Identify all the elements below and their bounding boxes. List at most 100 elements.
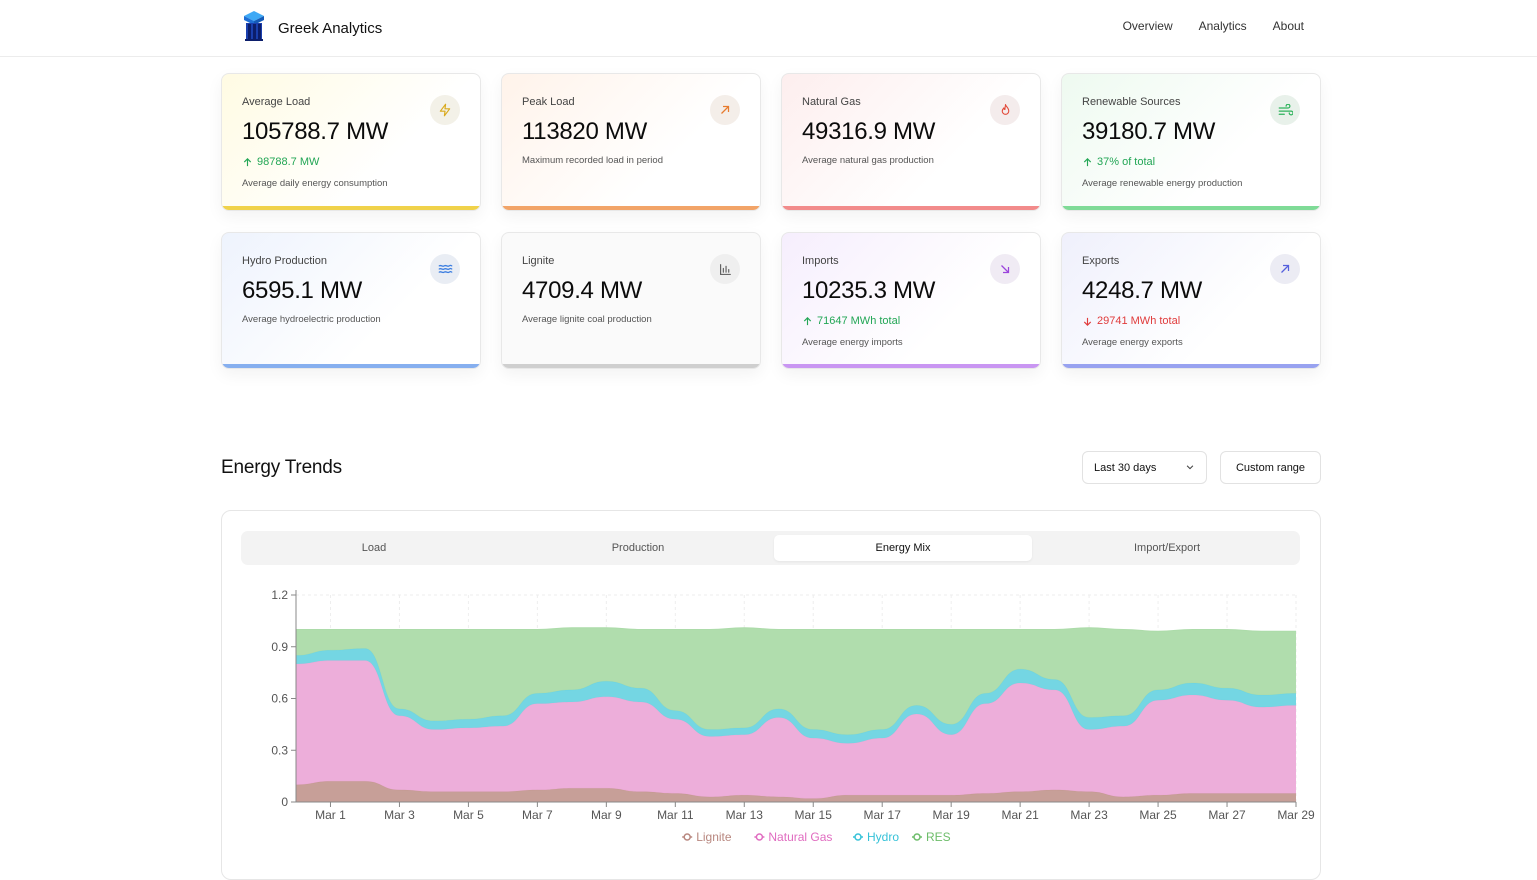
top-navbar: Greek Analytics Overview Analytics About	[0, 0, 1537, 57]
card-accent-bar	[1062, 206, 1320, 210]
card-accent-bar	[1062, 364, 1320, 368]
card-description: Average energy exports	[1082, 337, 1183, 348]
card-peak-load: Peak Load 113820 MW Maximum recorded loa…	[501, 73, 761, 211]
legend-label: Hydro	[867, 830, 899, 844]
card-title: Renewable Sources	[1082, 96, 1181, 108]
arrow-up-right-icon	[710, 95, 740, 125]
card-accent-bar	[502, 206, 760, 210]
waves-icon	[430, 254, 460, 284]
card-description: Average daily energy consumption	[242, 178, 388, 189]
card-title: Imports	[802, 255, 839, 267]
brand[interactable]: Greek Analytics	[242, 10, 382, 47]
card-trend-text: 98788.7 MW	[257, 156, 320, 168]
y-tick-label: 0	[281, 795, 288, 809]
bar-chart-icon	[710, 254, 740, 284]
card-accent-bar	[222, 364, 480, 368]
legend-marker	[913, 833, 921, 841]
chevron-down-icon	[1185, 462, 1195, 475]
x-tick-label: Mar 15	[795, 808, 833, 822]
card-title: Lignite	[522, 255, 555, 267]
energy-mix-chart: 0 0.3 0.6 0.9 1.2 Mar 1 Mar 3 Mar 5 Mar 7 Mar 9 Ma…	[271, 588, 1315, 844]
tab-import-export[interactable]: Import/Export	[1038, 535, 1296, 561]
legend-label: Lignite	[696, 830, 732, 844]
card-value: 4709.4 MW	[522, 277, 643, 304]
x-tick-label: Mar 17	[864, 808, 902, 822]
card-accent-bar	[222, 206, 480, 210]
arrow-down-icon	[1083, 317, 1092, 326]
arrow-up-icon	[243, 157, 252, 166]
date-range-value: Last 30 days	[1094, 462, 1157, 474]
date-range-select[interactable]: Last 30 days	[1082, 451, 1207, 484]
x-tick-label: Mar 29	[1277, 808, 1315, 822]
chart-tabs: Load Production Energy Mix Import/Export	[241, 531, 1300, 565]
card-description: Average renewable energy production	[1082, 178, 1243, 189]
tab-energy-mix[interactable]: Energy Mix	[774, 535, 1032, 561]
x-tick-label: Mar 9	[591, 808, 622, 822]
arrow-down-right-icon	[990, 254, 1020, 284]
card-value: 49316.9 MW	[802, 118, 936, 145]
nav-analytics[interactable]: Analytics	[1199, 19, 1247, 33]
tab-load[interactable]: Load	[245, 535, 503, 561]
card-renewable-sources: Renewable Sources 39180.7 MW 37% of tota…	[1061, 73, 1321, 211]
card-accent-bar	[782, 364, 1040, 368]
card-value: 39180.7 MW	[1082, 118, 1216, 145]
logo-icon	[242, 10, 266, 47]
card-natural-gas: Natural Gas 49316.9 MW Average natural g…	[781, 73, 1041, 211]
x-tick-label: Mar 3	[384, 808, 415, 822]
x-tick-label: Mar 1	[315, 808, 346, 822]
x-tick-label: Mar 21	[1001, 808, 1039, 822]
card-accent-bar	[502, 364, 760, 368]
card-exports: Exports 4248.7 MW 29741 MWh total Averag…	[1061, 232, 1321, 369]
section-title: Energy Trends	[221, 457, 342, 478]
card-trend-text: 71647 MWh total	[817, 315, 901, 327]
nav-overview[interactable]: Overview	[1123, 19, 1173, 33]
y-tick-label: 1.2	[271, 588, 288, 602]
card-trend-text: 29741 MWh total	[1097, 315, 1181, 327]
card-value: 6595.1 MW	[242, 277, 363, 304]
x-tick-label: Mar 19	[932, 808, 970, 822]
card-trend-text: 37% of total	[1097, 156, 1156, 168]
legend-marker	[755, 833, 764, 841]
card-lignite: Lignite 4709.4 MW Average lignite coal p…	[501, 232, 761, 369]
legend-marker	[854, 833, 862, 841]
card-value: 4248.7 MW	[1082, 277, 1203, 304]
tab-production[interactable]: Production	[509, 535, 767, 561]
arrow-up-icon	[803, 316, 812, 325]
card-description: Maximum recorded load in period	[522, 155, 663, 166]
arrow-up-icon	[1083, 157, 1092, 166]
card-description: Average hydroelectric production	[242, 314, 381, 325]
card-average-load: Average Load 105788.7 MW 98788.7 MW Aver…	[221, 73, 481, 211]
flame-icon	[990, 95, 1020, 125]
legend-label: Natural Gas	[768, 830, 832, 844]
legend-label: RES	[926, 830, 951, 844]
x-tick-label: Mar 25	[1139, 808, 1177, 822]
card-description: Average lignite coal production	[522, 314, 652, 325]
y-tick-label: 0.6	[271, 692, 288, 706]
x-tick-label: Mar 13	[726, 808, 764, 822]
x-tick-label: Mar 7	[522, 808, 553, 822]
app-title: Greek Analytics	[278, 20, 383, 37]
card-value: 10235.3 MW	[802, 277, 936, 304]
y-tick-label: 0.9	[271, 640, 288, 654]
card-trend: 98788.7 MW	[242, 156, 319, 168]
card-trend: 71647 MWh total	[802, 315, 900, 327]
card-title: Peak Load	[522, 96, 575, 108]
main-nav: Overview Analytics About	[1123, 19, 1304, 33]
card-imports: Imports 10235.3 MW 71647 MWh total Avera…	[781, 232, 1041, 369]
card-title: Hydro Production	[242, 255, 327, 267]
x-tick-label: Mar 23	[1070, 808, 1108, 822]
card-trend: 37% of total	[1082, 156, 1155, 168]
card-title: Natural Gas	[802, 96, 861, 108]
y-tick-label: 0.3	[271, 743, 288, 757]
card-hydro-production: Hydro Production 6595.1 MW Average hydro…	[221, 232, 481, 369]
card-trend: 29741 MWh total	[1082, 315, 1180, 327]
nav-about[interactable]: About	[1273, 19, 1304, 33]
card-value: 113820 MW	[522, 118, 647, 145]
bolt-icon	[430, 95, 460, 125]
x-tick-label: Mar 5	[453, 808, 484, 822]
card-title: Average Load	[242, 96, 311, 108]
arrow-up-right-icon	[1270, 254, 1300, 284]
custom-range-button[interactable]: Custom range	[1220, 451, 1321, 484]
x-tick-label: Mar 11	[657, 808, 694, 822]
card-description: Average energy imports	[802, 337, 903, 348]
